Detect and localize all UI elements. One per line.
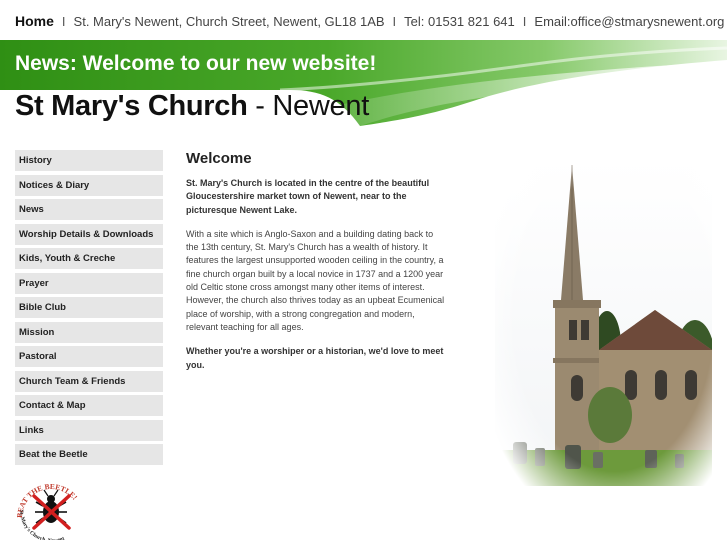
page-title: Welcome	[186, 150, 252, 167]
phone-text: Tel: 01531 821 641	[404, 14, 515, 29]
sidebar-nav: History Notices & Diary News Worship Det…	[15, 150, 163, 469]
beat-the-beetle-logo[interactable]: BEAT THE BEETLE! St. Mary's Church, Newe…	[14, 478, 88, 540]
email-link[interactable]: Email:office@stmarysnewent.org	[534, 14, 724, 29]
nav-item-contact-map[interactable]: Contact & Map	[15, 395, 163, 416]
nav-item-news[interactable]: News	[15, 199, 163, 220]
intro-paragraph: St. Mary's Church is located in the cent…	[186, 178, 430, 215]
nav-item-worship-details[interactable]: Worship Details & Downloads	[15, 223, 163, 245]
beetle-icon	[35, 489, 67, 524]
nav-item-kids-youth[interactable]: Kids, Youth & Creche	[15, 248, 163, 269]
contact-line: Home I St. Mary's Newent, Church Street, N…	[15, 13, 724, 29]
home-link[interactable]: Home	[15, 13, 54, 29]
nav-item-prayer[interactable]: Prayer	[15, 272, 163, 294]
top-bar: Home I St. Mary's Newent, Church Street, N…	[0, 0, 727, 40]
closing-paragraph: Whether you're a worshiper or a historia…	[186, 346, 444, 370]
nav-item-church-team[interactable]: Church Team & Friends	[15, 370, 163, 392]
separator: I	[522, 14, 527, 29]
history-paragraph: With a site which is Anglo-Saxon and a b…	[186, 228, 445, 332]
nav-item-bible-club[interactable]: Bible Club	[15, 297, 163, 318]
site-title-rest: - Newent	[247, 90, 369, 122]
news-headline[interactable]: News: Welcome to our new website!	[15, 52, 376, 76]
nav-item-beat-the-beetle[interactable]: Beat the Beetle	[15, 444, 163, 465]
address-text: St. Mary's Newent, Church Street, Newent…	[73, 14, 385, 29]
site-title-strong: St Mary's Church	[15, 90, 248, 122]
nav-item-notices-diary[interactable]: Notices & Diary	[15, 174, 163, 196]
main-content: Welcome St. Mary's Church is located in …	[186, 150, 448, 383]
church-photo	[495, 160, 712, 486]
separator: I	[61, 14, 66, 29]
nav-item-links[interactable]: Links	[15, 419, 163, 441]
site-title: St Mary's Church - Newent	[15, 90, 369, 123]
nav-item-mission[interactable]: Mission	[15, 321, 163, 343]
separator: I	[392, 14, 397, 29]
nav-item-pastoral[interactable]: Pastoral	[15, 346, 163, 367]
nav-item-history[interactable]: History	[15, 150, 163, 171]
